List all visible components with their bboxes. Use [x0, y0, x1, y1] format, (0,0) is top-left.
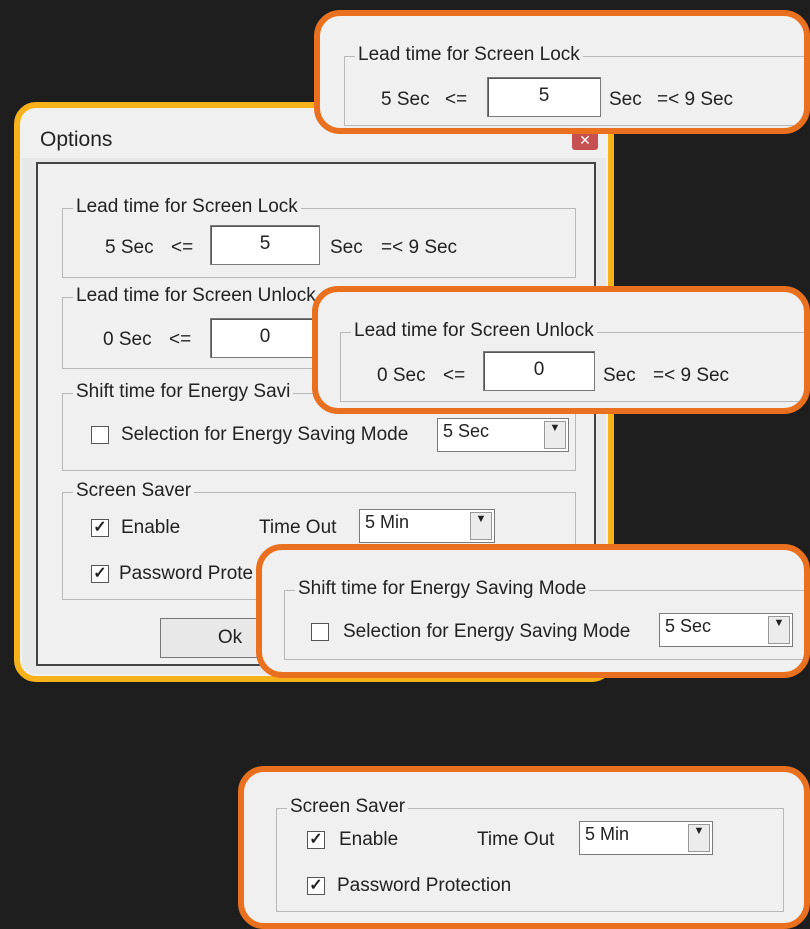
- callout-screen-unlock: Lead time for Screen Unlock 0 Sec <= 0 S…: [312, 286, 810, 414]
- energy-saving-select-value: 5 Sec: [443, 421, 490, 441]
- timeout-label: Time Out: [259, 517, 337, 538]
- unlock-lte-label: <=: [169, 329, 192, 350]
- screen-saver-legend: Screen Saver: [73, 480, 195, 502]
- lock-max-label: =< 9 Sec: [381, 237, 458, 258]
- callout-screen-unlock-group: Lead time for Screen Unlock 0 Sec <= 0 S…: [340, 320, 804, 402]
- callout-password-protection-checkbox[interactable]: ✓: [307, 877, 325, 895]
- lock-time-input[interactable]: 5: [210, 225, 320, 265]
- energy-saving-checkbox[interactable]: [91, 426, 109, 444]
- callout-energy-saving-group: Shift time for Energy Saving Mode Select…: [284, 578, 804, 660]
- callout-unlock-lte-label: <=: [443, 365, 466, 386]
- callout-lock-max-label: =< 9 Sec: [657, 89, 734, 110]
- callout-lock-time-input[interactable]: 5: [487, 77, 601, 117]
- callout-unlock-unit-label: Sec: [603, 365, 636, 386]
- dialog-title: Options: [40, 128, 113, 151]
- callout-timeout-select-value: 5 Min: [585, 824, 630, 844]
- callout-timeout-label: Time Out: [477, 829, 555, 850]
- callout-screen-unlock-legend: Lead time for Screen Unlock: [351, 320, 597, 342]
- callout-timeout-select[interactable]: 5 Min ▼: [579, 821, 713, 855]
- timeout-select-value: 5 Min: [365, 512, 410, 532]
- callout-energy-saving-legend: Shift time for Energy Saving Mode: [295, 578, 590, 600]
- callout-lock-lte-label: <=: [445, 89, 468, 110]
- callout-screen-lock-legend: Lead time for Screen Lock: [355, 44, 583, 66]
- callout-screen-saver-group: Screen Saver ✓ Enable Time Out 5 Min ▼ ✓…: [276, 796, 784, 912]
- callout-lock-unit-label: Sec: [609, 89, 642, 110]
- enable-label: Enable: [121, 517, 181, 538]
- lock-unit-label: Sec: [330, 237, 363, 258]
- energy-saving-legend: Shift time for Energy Savi: [73, 381, 294, 403]
- chevron-down-icon[interactable]: ▼: [544, 421, 566, 449]
- callout-lock-min-label: 5 Sec: [381, 89, 430, 110]
- energy-saving-select[interactable]: 5 Sec ▼: [437, 418, 569, 452]
- enable-checkbox[interactable]: ✓: [91, 519, 109, 537]
- energy-saving-checkbox-label: Selection for Energy Saving Mode: [121, 424, 409, 445]
- screen-lock-group: Lead time for Screen Lock 5 Sec <= 5 Sec…: [62, 196, 576, 278]
- callout-screen-saver-legend: Screen Saver: [287, 796, 409, 818]
- callout-enable-label: Enable: [339, 829, 399, 850]
- chevron-down-icon[interactable]: ▼: [768, 616, 790, 644]
- chevron-down-icon[interactable]: ▼: [470, 512, 492, 540]
- unlock-min-label: 0 Sec: [103, 329, 152, 350]
- chevron-down-icon[interactable]: ▼: [688, 824, 710, 852]
- timeout-select[interactable]: 5 Min ▼: [359, 509, 495, 543]
- lock-lte-label: <=: [171, 237, 194, 258]
- callout-enable-checkbox[interactable]: ✓: [307, 831, 325, 849]
- callout-screen-saver: Screen Saver ✓ Enable Time Out 5 Min ▼ ✓…: [238, 766, 810, 929]
- callout-unlock-min-label: 0 Sec: [377, 365, 426, 386]
- callout-screen-lock-group: Lead time for Screen Lock 5 Sec <= 5 Sec…: [344, 44, 804, 126]
- unlock-time-input[interactable]: 0: [210, 318, 320, 358]
- callout-unlock-max-label: =< 9 Sec: [653, 365, 730, 386]
- callout-screen-lock: Lead time for Screen Lock 5 Sec <= 5 Sec…: [314, 10, 810, 134]
- screen-unlock-legend: Lead time for Screen Unlock: [73, 285, 319, 307]
- callout-energy-saving-checkbox[interactable]: [311, 623, 329, 641]
- password-protection-checkbox[interactable]: ✓: [91, 565, 109, 583]
- callout-energy-saving-select-value: 5 Sec: [665, 616, 712, 636]
- callout-energy-saving-select[interactable]: 5 Sec ▼: [659, 613, 793, 647]
- password-protection-label: Password Prote: [119, 563, 254, 584]
- callout-energy-saving-checkbox-label: Selection for Energy Saving Mode: [343, 621, 631, 642]
- lock-min-label: 5 Sec: [105, 237, 154, 258]
- callout-unlock-time-input[interactable]: 0: [483, 351, 595, 391]
- callout-password-protection-label: Password Protection: [337, 875, 512, 896]
- callout-energy-saving: Shift time for Energy Saving Mode Select…: [256, 544, 810, 678]
- screen-lock-legend: Lead time for Screen Lock: [73, 196, 301, 218]
